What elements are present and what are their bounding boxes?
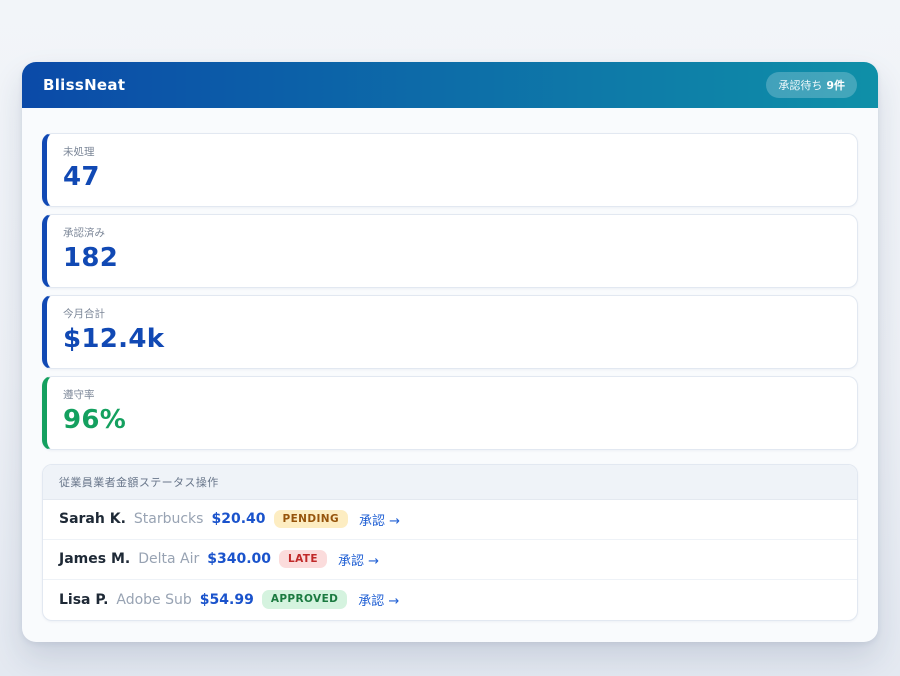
column-header-status: ステータス [139, 476, 196, 489]
pending-count-badge[interactable]: 承認待ち 9件 [766, 72, 857, 98]
column-header-amount: 金額 [116, 476, 139, 489]
employee-name: James M. [59, 551, 130, 567]
column-header-employee: 従業員 [59, 476, 93, 489]
stat-card-monthly-total: 今月合計 $12.4k [42, 295, 858, 369]
column-header-action: 操作 [196, 476, 219, 489]
stat-label: 今月合計 [63, 306, 841, 321]
pending-badge-label: 承認待ち [778, 77, 822, 93]
status-badge: PENDING [274, 510, 348, 529]
dashboard-panel: BlissNeat 承認待ち 9件 未処理 47 承認済み 182 今月合計 $… [22, 62, 878, 642]
employee-name: Lisa P. [59, 592, 108, 608]
stat-card-compliance-rate: 遵守率 96% [42, 376, 858, 450]
stat-card-unprocessed: 未処理 47 [42, 133, 858, 207]
column-header-vendor: 業者 [93, 476, 116, 489]
employee-name: Sarah K. [59, 511, 126, 527]
expenses-table: 従業員業者金額ステータス操作 Sarah K. Starbucks $20.40… [42, 464, 858, 621]
table-row: Sarah K. Starbucks $20.40 PENDING 承認 → [43, 500, 857, 540]
stat-card-approved: 承認済み 182 [42, 214, 858, 288]
approve-link[interactable]: 承認 → [359, 510, 400, 529]
vendor-name: Delta Air [138, 551, 199, 567]
stat-label: 承認済み [63, 225, 841, 240]
app-title: BlissNeat [43, 76, 125, 94]
stat-value: $12.4k [63, 325, 841, 355]
stat-value: 47 [63, 163, 841, 193]
app-header: BlissNeat 承認待ち 9件 [22, 62, 878, 108]
approve-link[interactable]: 承認 → [358, 590, 399, 609]
expense-amount: $20.40 [211, 511, 265, 527]
status-badge: LATE [279, 550, 327, 569]
expense-amount: $340.00 [207, 551, 271, 567]
table-row: James M. Delta Air $340.00 LATE 承認 → [43, 540, 857, 580]
pending-badge-count: 9件 [826, 77, 845, 93]
stat-label: 遵守率 [63, 387, 841, 402]
stat-value: 96% [63, 406, 841, 436]
vendor-name: Adobe Sub [116, 592, 191, 608]
vendor-name: Starbucks [134, 511, 204, 527]
approve-link[interactable]: 承認 → [338, 550, 379, 569]
table-row: Lisa P. Adobe Sub $54.99 APPROVED 承認 → [43, 580, 857, 620]
expense-amount: $54.99 [200, 592, 254, 608]
stat-value: 182 [63, 244, 841, 274]
stat-label: 未処理 [63, 144, 841, 159]
table-header-row: 従業員業者金額ステータス操作 [43, 465, 857, 500]
status-badge: APPROVED [262, 590, 347, 609]
panel-body: 未処理 47 承認済み 182 今月合計 $12.4k 遵守率 96% 従業員業… [22, 108, 878, 642]
